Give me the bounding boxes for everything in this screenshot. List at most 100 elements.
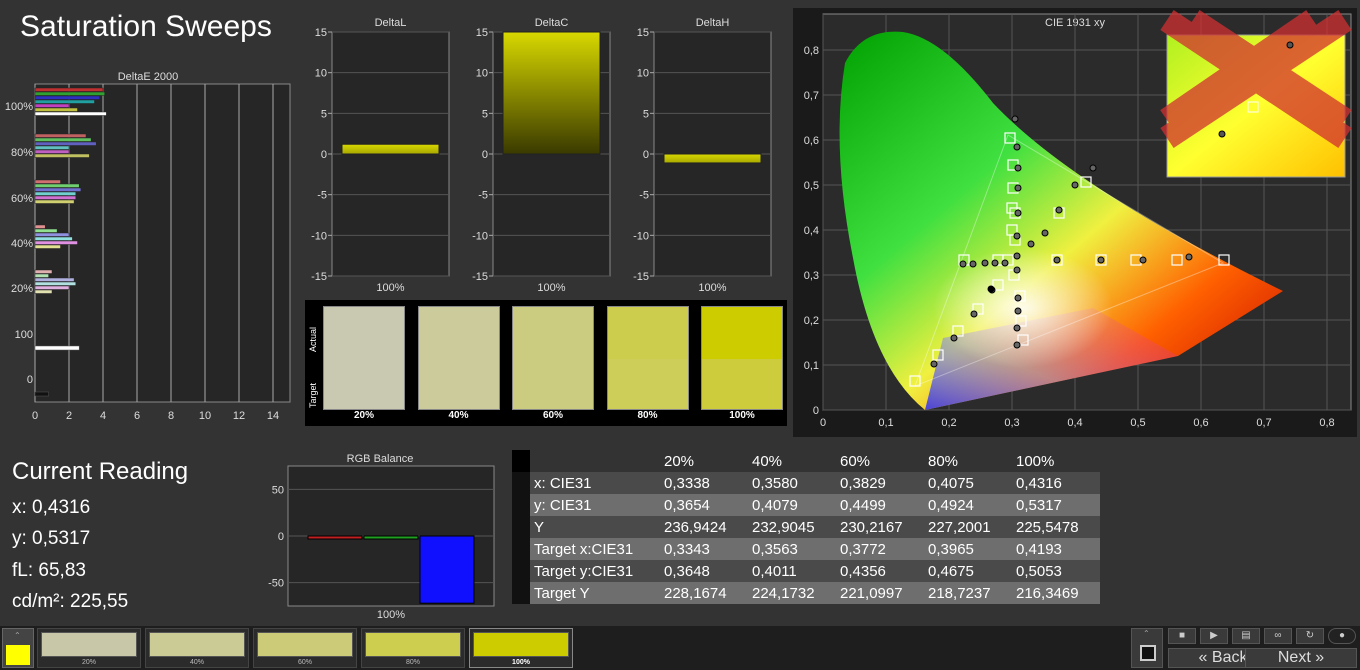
record-button[interactable]: ● — [1328, 628, 1356, 644]
cie-ytick: 0,7 — [804, 90, 819, 102]
table-cell: 0,4011 — [748, 560, 836, 582]
deltae-ylabel: 40% — [11, 238, 33, 250]
deltae-bar — [34, 179, 61, 184]
delta-ytick: 15 — [637, 27, 649, 39]
loop-button[interactable]: ∞ — [1264, 628, 1292, 644]
refresh-button[interactable]: ↻ — [1296, 628, 1324, 644]
deltae-bar — [34, 183, 80, 188]
delta-chart-deltal: DeltaL 15 10 5 0 -5 -10 -15 100% — [311, 17, 450, 294]
cie-measured-point — [1089, 164, 1097, 172]
target-label: Target — [308, 382, 318, 408]
sweep-thumb-100pct[interactable]: 100% — [469, 628, 573, 668]
cie-measured-point — [1013, 252, 1021, 260]
deltae-bar — [34, 345, 80, 351]
cie-measured-point — [1055, 206, 1063, 214]
thumb-label: 40% — [189, 659, 204, 666]
cie-ytick: 0,8 — [804, 45, 819, 57]
cie-measured-point — [1097, 256, 1105, 264]
readings-table: 20% 40% 60% 80% 100% x: CIE31 0,3338 0,3580 0,38… — [512, 450, 1100, 604]
table-row: y: CIE31 0,3654 0,4079 0,4499 0,4924 0,5317 — [512, 494, 1100, 516]
table-header: 20% 40% 60% 80% 100% — [512, 450, 1100, 472]
table-header-cell: 80% — [924, 450, 1012, 472]
cie-measured-point — [959, 260, 967, 268]
deltae-bar — [34, 111, 107, 116]
deltae-xtick: 4 — [100, 410, 106, 422]
table-cell: 0,3654 — [660, 494, 748, 516]
cie-whitepoint — [987, 285, 995, 293]
chevron-up-icon: ⌃ — [14, 631, 21, 640]
cie-measured-point — [1185, 253, 1193, 261]
page-title: Saturation Sweeps — [20, 10, 272, 43]
cie-xtick: 0,2 — [941, 417, 956, 429]
current-reading-title: Current Reading — [12, 458, 189, 485]
deltae-bar — [34, 277, 75, 282]
swatch-panel: Actual Target 20% 40% 60% 80% 100% — [305, 300, 787, 426]
cie-diagram: CIE 1931 xy 0 0,1 0,2 0,3 0,4 0,5 0,6 0,7 0,800,… — [804, 9, 1352, 429]
cie-measured-point — [1013, 341, 1021, 349]
sweep-thumb-20pct[interactable]: 20% — [37, 628, 141, 668]
table-cell: 227,2001 — [924, 516, 1012, 538]
table-cell: 218,7237 — [924, 582, 1012, 604]
cie-measured-point — [969, 260, 977, 268]
table-cell: 0,5053 — [1012, 560, 1100, 582]
delta-ytick: -15 — [311, 271, 327, 283]
current-cd: cd/m²: 225,55 — [12, 591, 129, 612]
table-cell: 0,3648 — [660, 560, 748, 582]
cie-ytick: 0 — [813, 405, 819, 417]
sweep-thumb-40pct[interactable]: 40% — [145, 628, 249, 668]
rgb-bar-green — [363, 535, 419, 540]
play-button[interactable]: ▶ — [1200, 628, 1228, 644]
swatch-actual — [702, 307, 782, 359]
swatch-actual — [418, 307, 499, 359]
table-cell: 0,3965 — [924, 538, 1012, 560]
cie-ytick: 0,6 — [804, 135, 819, 147]
current-x: x: 0,4316 — [12, 497, 91, 518]
cie-measured-point — [1011, 115, 1019, 123]
save-button[interactable]: ▤ — [1232, 628, 1260, 644]
deltae-xtick: 0 — [32, 410, 38, 422]
swatch-actual — [324, 307, 404, 359]
table-cell: 0,4499 — [836, 494, 924, 516]
delta-ytick: -10 — [311, 230, 327, 242]
swatch-label: 20% — [353, 410, 374, 421]
deltae-bar — [34, 244, 61, 249]
thumb-swatch — [257, 632, 353, 657]
delta-chart-deltac: DeltaC 15 10 5 0 -5 -10 -15 100% — [472, 17, 611, 294]
cie-measured-point — [950, 334, 958, 342]
next-button[interactable]: Next » — [1245, 648, 1357, 668]
table-cell: 0,3772 — [836, 538, 924, 560]
deltae-bar — [34, 195, 77, 200]
stop-button[interactable]: ⌃ — [1131, 628, 1163, 668]
table-cell: 0,4079 — [748, 494, 836, 516]
table-cell: Y — [530, 516, 660, 538]
deltae-xtick: 14 — [267, 410, 279, 422]
deltae-bar — [34, 145, 70, 150]
table-cell: 0,4316 — [1012, 472, 1100, 494]
double-chevron-left-icon: « — [1198, 649, 1208, 666]
sweep-thumb-60pct[interactable]: 60% — [253, 628, 357, 668]
deltae-xtick: 6 — [134, 410, 140, 422]
delta-ytick: 15 — [315, 27, 327, 39]
cie-measured-point — [1014, 209, 1022, 217]
stop-small-button[interactable]: ■ — [1168, 628, 1196, 644]
deltae-xtick: 2 — [66, 410, 72, 422]
deltae-ylabel: 80% — [11, 147, 33, 159]
sweep-thumb-80pct[interactable]: 80% — [361, 628, 465, 668]
deltae-bar — [34, 141, 97, 146]
swatch-actual — [513, 307, 593, 359]
delta-chart-title: DeltaH — [696, 17, 730, 29]
thumb-swatch — [41, 632, 137, 657]
current-color-box[interactable]: ⌃ — [2, 628, 34, 668]
deltae-ylabel: 60% — [11, 193, 33, 205]
delta-bar — [663, 153, 762, 164]
actual-label: Actual — [308, 326, 318, 352]
cie-measured-point — [1013, 143, 1021, 151]
rgb-title: RGB Balance — [347, 453, 414, 465]
cie-ytick: 0,1 — [804, 360, 819, 372]
table-cell: 225,5478 — [1012, 516, 1100, 538]
play-icon: ▶ — [1210, 630, 1218, 641]
cie-panel: CIE 1931 xy 0 0,1 0,2 0,3 0,4 0,5 0,6 0,7 0,8 0 0,… — [793, 8, 1357, 437]
cie-ytick: 0,5 — [804, 180, 819, 192]
table-row: x: CIE31 0,3338 0,3580 0,3829 0,4075 0,4316 — [512, 472, 1100, 494]
delta-ytick: -10 — [472, 230, 488, 242]
